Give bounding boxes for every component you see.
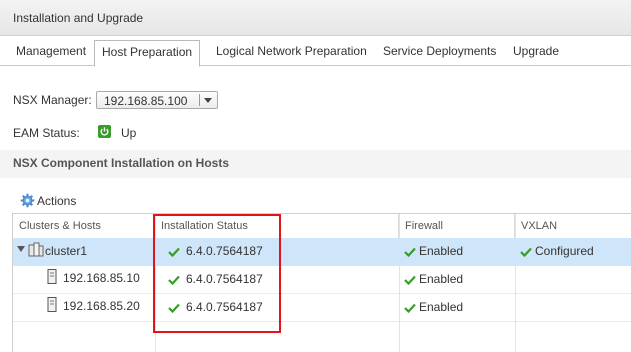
highlight-box [153,214,281,333]
vxlan-status-value: Configured [535,244,594,258]
select-divider [199,94,200,106]
nsx-manager-select[interactable]: 192.168.85.100 [96,91,218,109]
gear-icon [20,193,35,208]
actions-label: Actions [37,194,77,208]
host-name[interactable]: 192.168.85.10 [63,271,140,285]
tab-bar: Management Host Preparation Logical Netw… [0,36,631,67]
column-divider [515,214,516,352]
host-icon [47,269,57,284]
section-header: NSX Component Installation on Hosts [0,150,631,178]
window-title: Installation and Upgrade [13,11,144,25]
power-icon [98,125,111,138]
firewall-status-value: Enabled [419,300,464,314]
column-header-vxlan[interactable]: VXLAN [515,214,631,238]
tab-host-preparation[interactable]: Host Preparation [94,40,201,67]
expand-arrow-icon[interactable] [17,245,25,253]
cluster-icon [28,242,44,257]
nsx-manager-label: NSX Manager: [13,93,92,107]
firewall-status-value: Enabled [419,272,464,286]
check-icon [520,247,532,257]
host-name[interactable]: 192.168.85.20 [63,299,140,313]
section-title: NSX Component Installation on Hosts [13,156,230,170]
tab-management[interactable]: Management [16,44,86,58]
tab-logical-network-preparation[interactable]: Logical Network Preparation [216,44,367,58]
check-icon [404,247,416,257]
check-icon [404,303,416,313]
eam-status-value: Up [121,126,137,140]
hosts-table: Clusters & Hosts Installation Status Fir… [12,213,631,352]
chevron-down-icon[interactable] [204,98,212,103]
tab-service-deployments[interactable]: Service Deployments [383,44,496,58]
host-icon [47,297,57,312]
check-icon [404,275,416,285]
firewall-status-value: Enabled [419,244,464,258]
cluster-name[interactable]: cluster1 [45,244,87,258]
tab-upgrade[interactable]: Upgrade [513,44,559,58]
column-header-clusters-hosts[interactable]: Clusters & Hosts [13,214,155,238]
nsx-manager-value: 192.168.85.100 [104,94,188,108]
eam-status-label: EAM Status: [13,126,80,140]
column-header-firewall[interactable]: Firewall [399,214,515,238]
window-title-bar: Installation and Upgrade [0,0,631,36]
column-divider [399,214,400,352]
